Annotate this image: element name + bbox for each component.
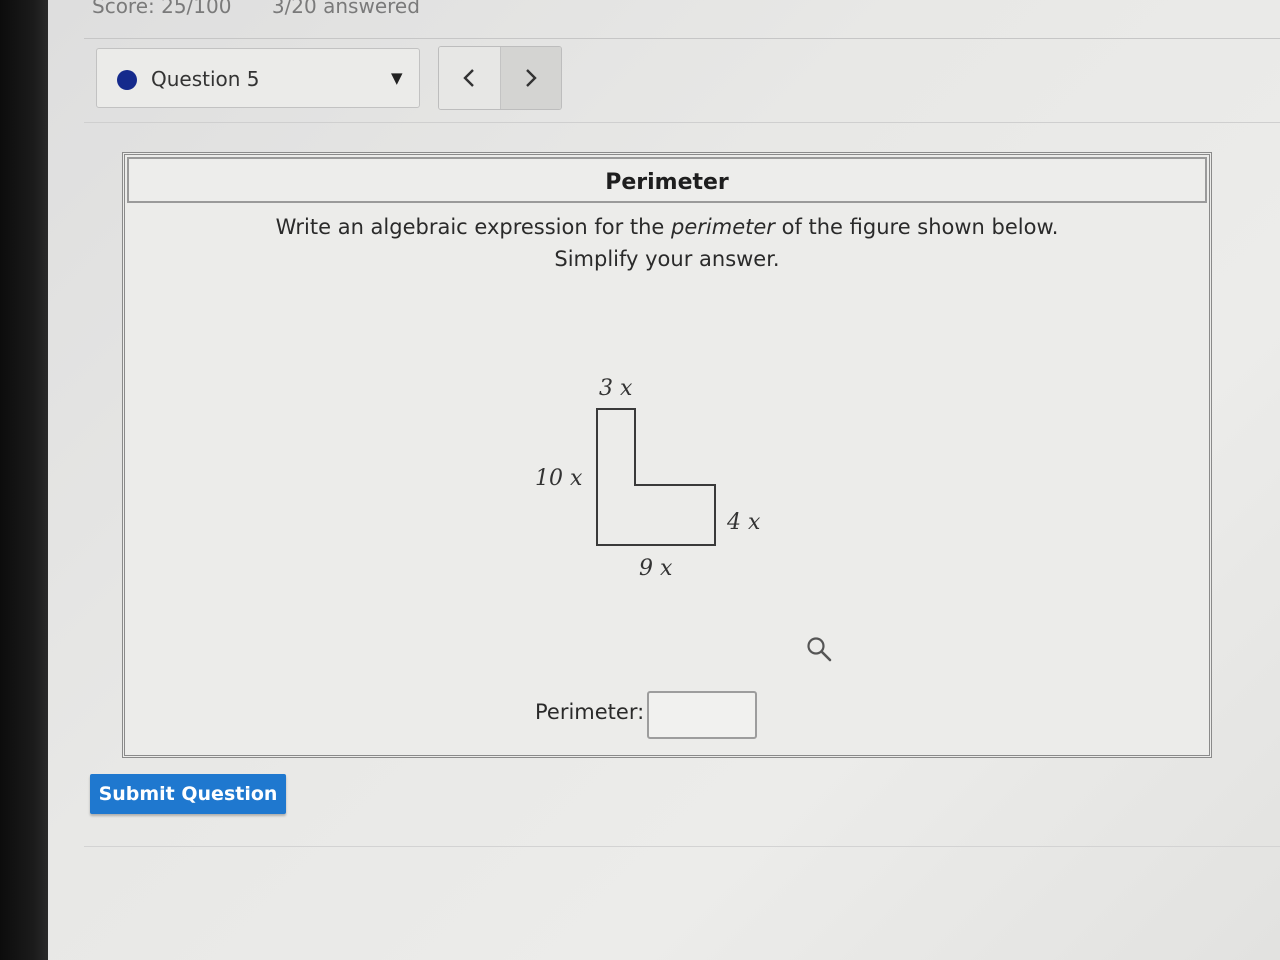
label-left: 10 x [535, 466, 583, 491]
chevron-left-icon [463, 69, 475, 87]
divider [84, 122, 1280, 123]
score-text: Score: 25/100 [92, 0, 232, 18]
next-question-button[interactable] [499, 47, 561, 109]
l-shape-outline [596, 408, 716, 546]
monitor-bezel [0, 0, 48, 960]
submit-question-button[interactable]: Submit Question [90, 774, 286, 814]
instruction-text-before: Write an algebraic expression for the [275, 215, 672, 239]
instruction-text-after: of the figure shown below. [774, 215, 1059, 239]
question-instructions: Write an algebraic expression for the pe… [125, 211, 1209, 275]
label-bottom: 9 x [639, 556, 673, 581]
label-right: 4 x [726, 510, 761, 535]
question-header: Perimeter [127, 157, 1207, 203]
instruction-emphasis: perimeter [671, 215, 775, 239]
question-status-dot [117, 70, 137, 90]
answered-count: 3/20 answered [271, 0, 420, 18]
instruction-line-1: Write an algebraic expression for the pe… [125, 211, 1209, 243]
perimeter-label: Perimeter: [535, 700, 645, 724]
divider [84, 846, 1280, 847]
label-top: 3 x [599, 376, 633, 401]
screen: Score: 25/100 3/20 answered Question 5 ▼… [48, 0, 1280, 960]
perimeter-answer-input[interactable] [647, 691, 757, 739]
instruction-line-2: Simplify your answer. [554, 247, 780, 271]
question-title: Perimeter [605, 170, 729, 195]
question-select[interactable]: Question 5 ▼ [96, 48, 420, 108]
question-select-label: Question 5 [151, 67, 260, 91]
question-panel: Perimeter Write an algebraic expression … [122, 152, 1212, 758]
l-shape-figure: 3 x 10 x 4 x 9 x [535, 376, 761, 581]
chevron-right-icon [525, 69, 537, 87]
divider [84, 38, 1280, 39]
magnify-icon[interactable] [805, 635, 833, 663]
question-pager [438, 46, 562, 110]
previous-question-button[interactable] [439, 47, 500, 109]
score-bar: Score: 25/100 3/20 answered [92, 0, 420, 18]
caret-down-icon: ▼ [391, 69, 403, 87]
